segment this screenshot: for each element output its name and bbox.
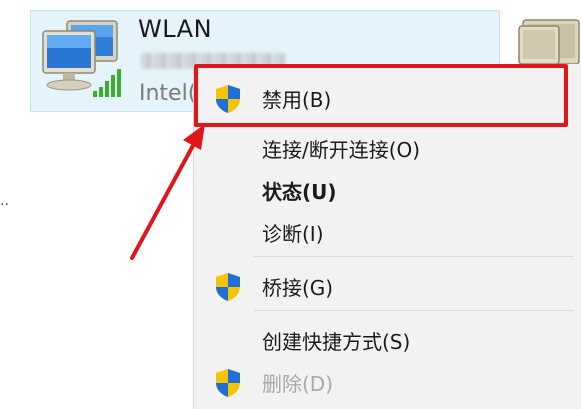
menu-item-label: 创建快捷方式(S) <box>262 330 411 354</box>
menu-item-label: 删除(D) <box>262 372 334 396</box>
network-adapter-icon <box>42 20 121 97</box>
menu-item-status[interactable]: 状态(U) <box>194 170 581 210</box>
menu-item-label: 桥接(G) <box>262 276 334 300</box>
menu-separator <box>254 256 574 257</box>
truncated-text: .. <box>0 193 9 209</box>
uac-shield-icon <box>216 369 240 397</box>
menu-item-label: 连接/断开连接(O) <box>262 138 421 162</box>
menu-item-label: 状态(U) <box>262 180 337 204</box>
adapter-driver: Intel( <box>139 81 197 106</box>
menu-item-label: 诊断(I) <box>262 222 324 246</box>
adapter-name: WLAN <box>138 15 213 43</box>
uac-shield-icon <box>216 273 240 301</box>
menu-separator <box>254 310 574 311</box>
menu-item-delete: 删除(D) <box>194 362 581 402</box>
menu-item-create-shortcut[interactable]: 创建快捷方式(S) <box>194 320 581 360</box>
menu-item-bridge[interactable]: 桥接(G) <box>194 266 581 306</box>
annotation-highlight-box <box>194 64 568 127</box>
menu-item-connect-disconnect[interactable]: 连接/断开连接(O) <box>194 128 581 168</box>
menu-item-diagnose[interactable]: 诊断(I) <box>194 212 581 252</box>
